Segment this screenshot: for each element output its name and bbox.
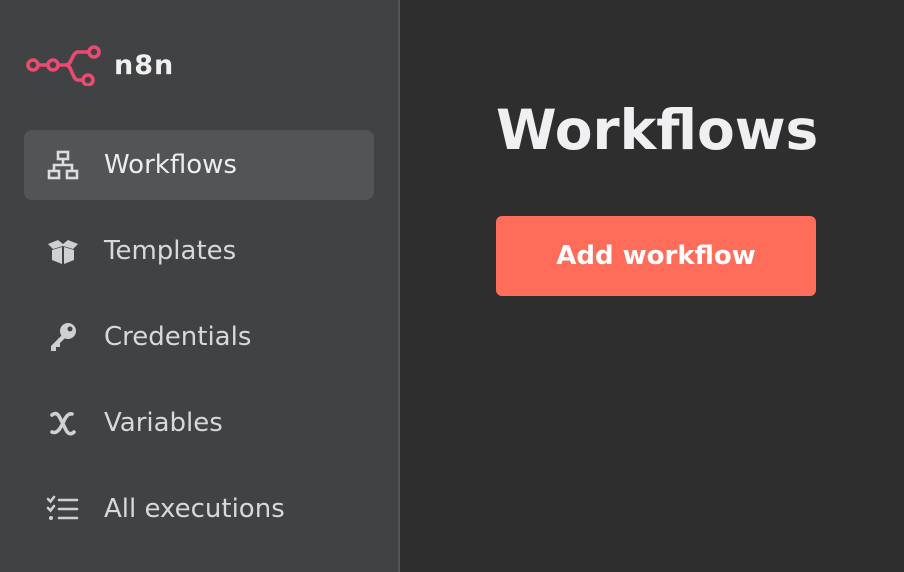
box-open-icon <box>46 234 80 268</box>
tasks-list-icon <box>46 492 80 526</box>
key-icon <box>46 320 80 354</box>
network-icon <box>46 148 80 182</box>
sidebar-item-templates[interactable]: Templates <box>24 216 374 286</box>
main-content: Workflows Add workflow <box>402 0 904 572</box>
brand-name: n8n <box>114 49 175 81</box>
app-window: n8n Workflows Templates Credentials Vari… <box>0 0 904 572</box>
sidebar-item-label: Templates <box>104 236 237 266</box>
sidebar-item-label: Credentials <box>104 322 252 352</box>
sidebar-item-label: All executions <box>104 494 285 524</box>
sidebar-item-label: Workflows <box>104 150 237 180</box>
sidebar-item-label: Variables <box>104 408 223 438</box>
sidebar-item-workflows[interactable]: Workflows <box>24 130 374 200</box>
sidebar-item-variables[interactable]: Variables <box>24 388 374 458</box>
sidebar-item-credentials[interactable]: Credentials <box>24 302 374 372</box>
n8n-logo-icon <box>26 45 101 86</box>
brand-logo[interactable]: n8n <box>26 44 174 86</box>
sidebar-item-all-executions[interactable]: All executions <box>24 474 374 544</box>
add-workflow-button[interactable]: Add workflow <box>496 216 816 296</box>
page-title: Workflows <box>496 98 819 162</box>
sidebar-nav: Workflows Templates Credentials Variable… <box>24 130 374 560</box>
sidebar: n8n Workflows Templates Credentials Vari… <box>0 0 400 572</box>
variable-x-icon <box>46 406 80 440</box>
